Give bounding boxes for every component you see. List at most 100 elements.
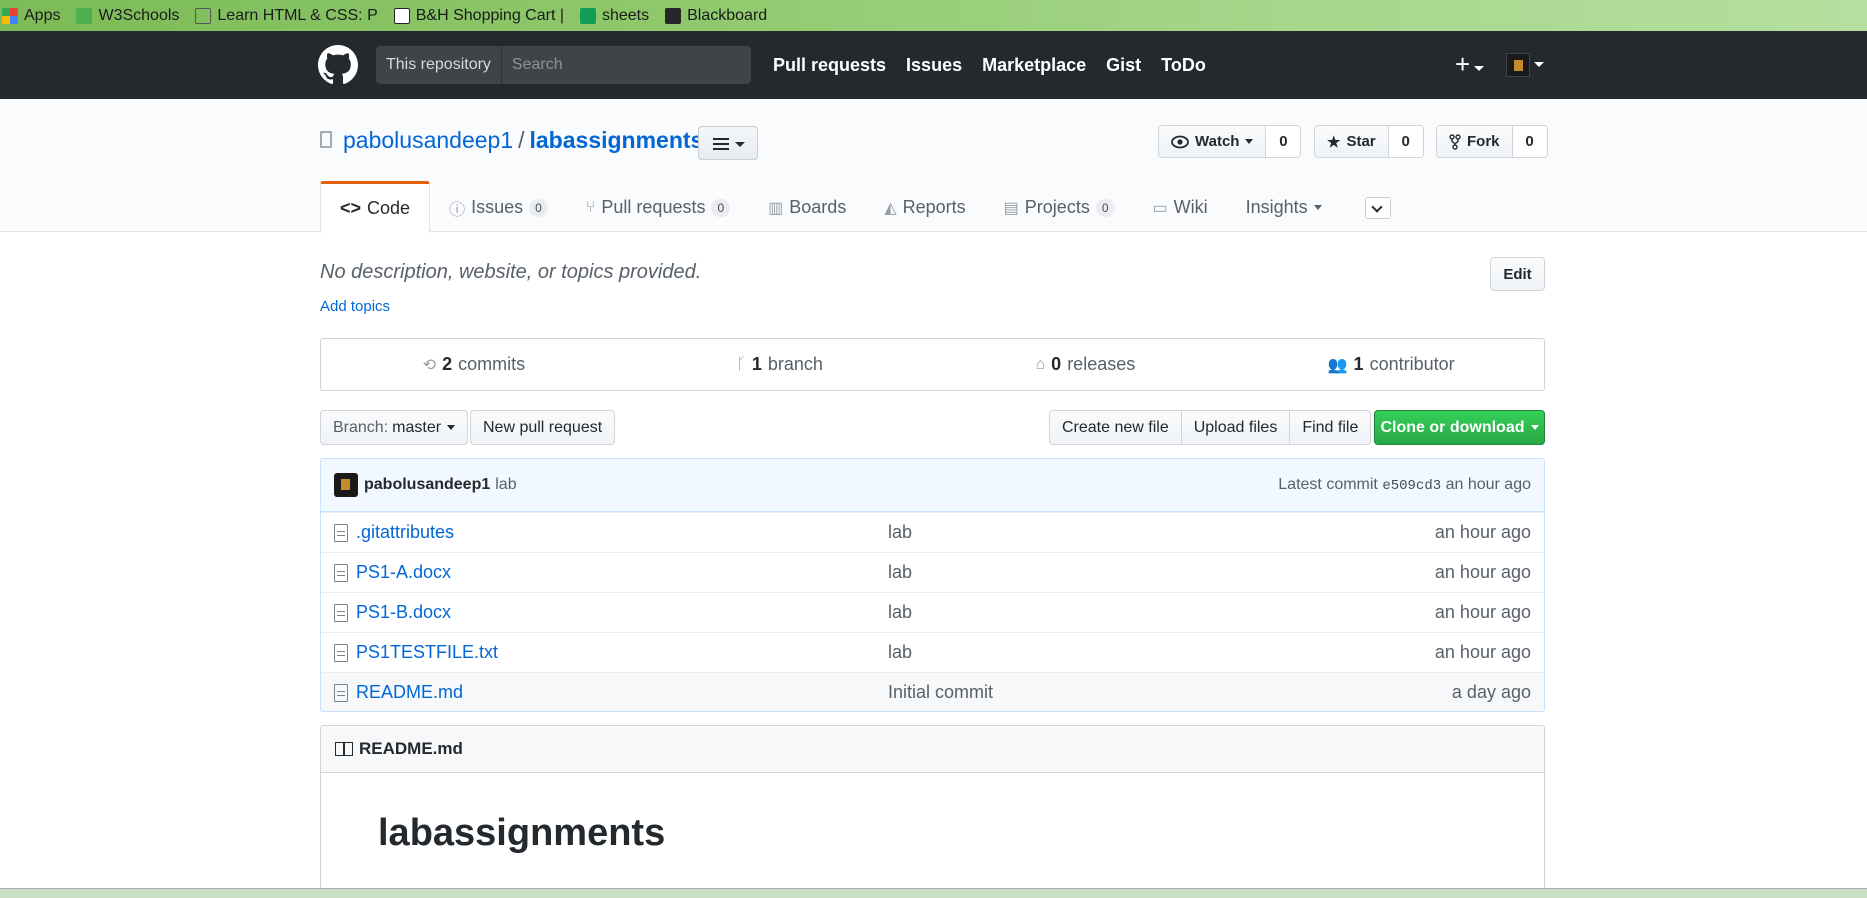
tab-counter: 0 xyxy=(711,198,731,217)
star-action: ★ Star 0 xyxy=(1314,125,1424,158)
contributor-link[interactable]: 👥 1 contributor xyxy=(1238,339,1544,390)
nav-todo[interactable]: ToDo xyxy=(1161,55,1206,76)
search-input[interactable] xyxy=(501,56,751,74)
bookmarks-bar: Apps W3Schools Learn HTML & CSS: P B&H S… xyxy=(0,0,1867,31)
edit-button[interactable]: Edit xyxy=(1490,257,1545,291)
contributor-count: 1 xyxy=(1353,354,1364,374)
file-row: PS1-B.docx lab an hour ago xyxy=(321,592,1544,632)
repo-separator: / xyxy=(518,127,525,153)
bookmark-label: Learn HTML & CSS: P xyxy=(217,6,378,24)
search-box[interactable]: This repository xyxy=(376,46,751,84)
bookmark-blackboard[interactable]: Blackboard xyxy=(665,7,767,25)
tab-projects[interactable]: ▤ Projects 0 xyxy=(985,182,1134,233)
bookmark-apps[interactable]: Apps xyxy=(2,7,60,25)
file-commit-message[interactable]: lab xyxy=(888,642,1435,663)
search-scope: This repository xyxy=(376,46,502,84)
fork-button[interactable]: Fork xyxy=(1437,126,1513,157)
releases-count: 0 xyxy=(1051,354,1062,374)
file-commit-message[interactable]: lab xyxy=(888,522,1435,543)
nav-issues[interactable]: Issues xyxy=(906,55,962,76)
releases-link[interactable]: ⌂ 0 releases xyxy=(933,339,1239,390)
file-name-link[interactable]: PS1-B.docx xyxy=(356,602,888,623)
tab-insights[interactable]: Insights xyxy=(1227,182,1341,233)
list-icon xyxy=(713,138,729,150)
tab-boards[interactable]: ▥ Boards xyxy=(749,182,865,233)
create-new-file-button[interactable]: Create new file xyxy=(1050,411,1182,444)
fork-count[interactable]: 0 xyxy=(1512,126,1547,157)
file-commit-message[interactable]: lab xyxy=(888,562,1435,583)
file-name-link[interactable]: README.md xyxy=(356,682,888,703)
chevron-down-icon xyxy=(1534,62,1545,67)
nav-pull-requests[interactable]: Pull requests xyxy=(773,55,886,76)
commit-sha-link[interactable]: e509cd3 xyxy=(1382,478,1441,494)
bookmark-learn-html[interactable]: Learn HTML & CSS: P xyxy=(195,6,378,25)
tab-issues[interactable]: ⓘ Issues 0 xyxy=(430,182,567,233)
commits-count: 2 xyxy=(442,354,453,374)
tabs-more-button[interactable] xyxy=(1365,197,1391,219)
tab-pull-requests[interactable]: ⑂ Pull requests 0 xyxy=(567,182,749,233)
file-commit-message[interactable]: lab xyxy=(888,602,1435,623)
star-label: Star xyxy=(1346,133,1376,150)
eye-icon xyxy=(1171,135,1189,148)
repo-title: pabolusandeep1/labassignments xyxy=(343,127,703,154)
clone-label: Clone or download xyxy=(1380,418,1525,436)
star-count[interactable]: 0 xyxy=(1388,126,1423,157)
commits-link[interactable]: ⟲ 2 commits xyxy=(321,339,627,390)
commit-author-link[interactable]: pabolusandeep1 xyxy=(364,476,490,494)
repo-description: No description, website, or topics provi… xyxy=(320,261,702,283)
branch-label: branch xyxy=(767,354,823,374)
repo-icon xyxy=(320,131,332,148)
github-logo-icon[interactable] xyxy=(318,45,358,85)
bookmark-label: B&H Shopping Cart | xyxy=(415,6,564,24)
bookmark-sheets[interactable]: sheets xyxy=(579,7,649,25)
repo-list-menu-button[interactable] xyxy=(698,126,758,160)
clone-or-download-button[interactable]: Clone or download xyxy=(1374,410,1545,445)
bookmark-w3schools[interactable]: W3Schools xyxy=(76,7,179,25)
nav-gist[interactable]: Gist xyxy=(1106,55,1141,76)
star-button[interactable]: ★ Star xyxy=(1315,126,1389,157)
watch-button[interactable]: Watch xyxy=(1159,126,1267,157)
issue-opened-icon: ⓘ xyxy=(449,201,466,219)
tab-wiki[interactable]: ▭ Wiki xyxy=(1134,182,1227,233)
file-list: pabolusandeep1 lab Latest commit e509cd3… xyxy=(320,458,1545,712)
file-row: PS1TESTFILE.txt lab an hour ago xyxy=(321,632,1544,672)
latest-commit-prefix: Latest commit xyxy=(1278,476,1378,493)
avatar[interactable] xyxy=(334,473,358,497)
file-commit-message[interactable]: Initial commit xyxy=(888,682,1452,703)
bh-icon xyxy=(393,7,410,24)
file-name-link[interactable]: .gitattributes xyxy=(356,522,888,543)
tab-label: Issues xyxy=(471,197,524,217)
tab-code[interactable]: <> Code xyxy=(320,181,431,233)
commit-message-link[interactable]: lab xyxy=(495,476,516,494)
watch-count[interactable]: 0 xyxy=(1266,126,1301,157)
tab-label: Boards xyxy=(789,197,847,217)
apps-grid-icon xyxy=(2,7,18,24)
tab-reports[interactable]: ◭ Reports xyxy=(865,182,984,233)
file-age: an hour ago xyxy=(1434,642,1531,662)
repo-owner-link[interactable]: pabolusandeep1 xyxy=(343,127,513,153)
file-row: README.md Initial commit a day ago xyxy=(321,672,1544,711)
tab-counter: 0 xyxy=(529,198,548,217)
upload-files-button[interactable]: Upload files xyxy=(1181,411,1291,444)
bookmark-bh[interactable]: B&H Shopping Cart | xyxy=(393,6,564,25)
repo-name-link[interactable]: labassignments xyxy=(530,127,704,153)
add-topics-link[interactable]: Add topics xyxy=(320,298,390,315)
user-menu[interactable] xyxy=(1506,52,1545,77)
people-icon: 👥 xyxy=(1327,356,1348,374)
new-pull-request-button[interactable]: New pull request xyxy=(470,410,616,445)
nav-marketplace[interactable]: Marketplace xyxy=(982,55,1086,76)
find-file-button[interactable]: Find file xyxy=(1290,411,1371,444)
branch-link[interactable]: ᚴ 1 branch xyxy=(627,339,933,390)
repo-tabs: <> Code ⓘ Issues 0 ⑂ Pull requests 0 ▥ B… xyxy=(320,181,1341,233)
file-name-link[interactable]: PS1TESTFILE.txt xyxy=(356,642,888,663)
branch-select-button[interactable]: Branch: master xyxy=(320,410,469,445)
chevron-down-icon xyxy=(1313,205,1322,210)
window-bottom-edge xyxy=(0,888,1867,898)
numbers-summary: ⟲ 2 commits ᚴ 1 branch ⌂ 0 releases 👥 1 … xyxy=(320,338,1545,391)
readme-heading: labassignments xyxy=(378,812,666,854)
commit-age: an hour ago xyxy=(1445,476,1531,493)
file-name-link[interactable]: PS1-A.docx xyxy=(356,562,888,583)
header-nav: Pull requests Issues Marketplace Gist To… xyxy=(773,31,1206,99)
create-new-dropdown[interactable]: + xyxy=(1455,51,1485,78)
history-icon: ⟲ xyxy=(422,356,437,374)
